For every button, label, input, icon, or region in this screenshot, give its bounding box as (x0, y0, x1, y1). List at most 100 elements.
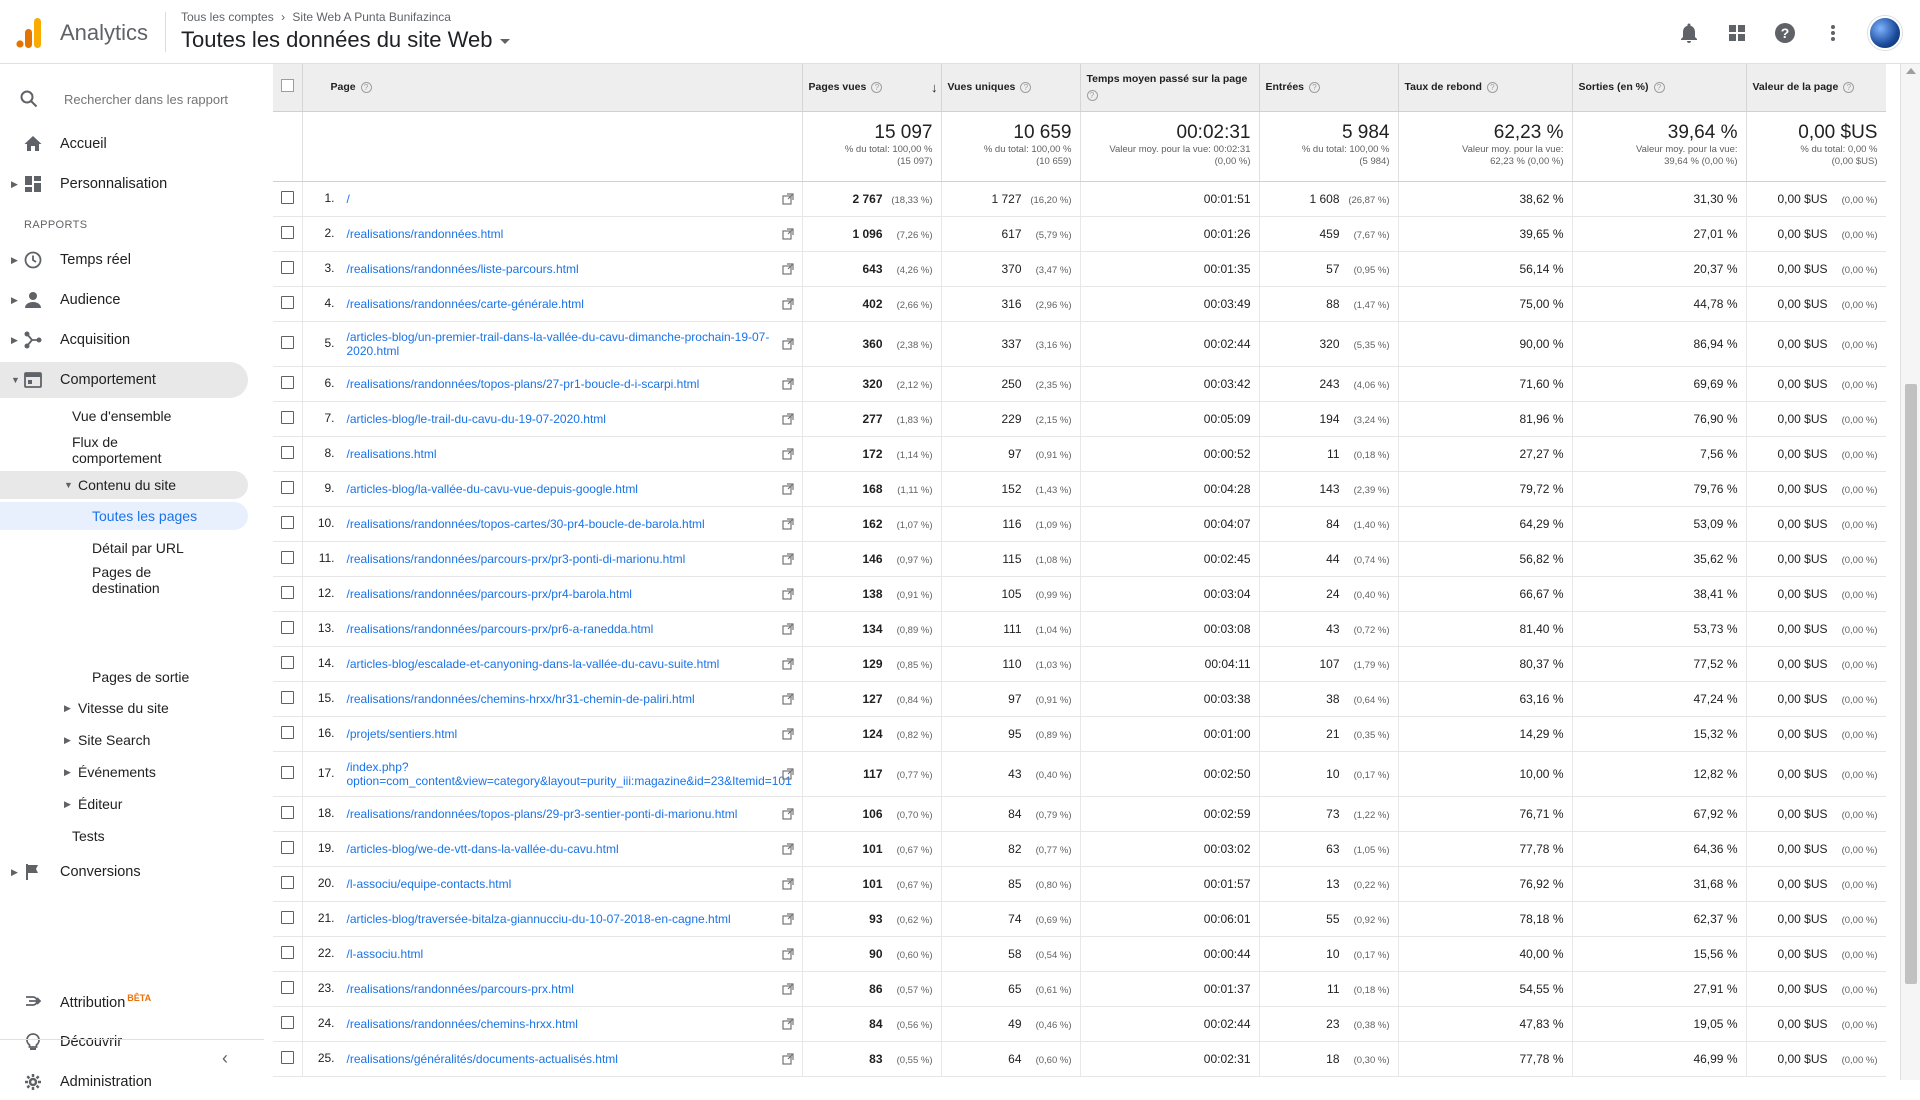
sidebar-item-administration[interactable]: Administration (0, 1064, 248, 1100)
row-checkbox[interactable] (280, 445, 294, 459)
table-row[interactable]: 21. /articles-blog/traversée-bitalza-gian… (273, 901, 1886, 937)
row-checkbox-cell[interactable] (273, 436, 303, 472)
row-checkbox-cell[interactable] (273, 216, 303, 252)
page-link[interactable]: /index.php?option=com_content&view=categ… (347, 760, 792, 788)
row-checkbox[interactable] (280, 840, 294, 854)
collapse-sidebar-icon[interactable]: ‹ (222, 1048, 228, 1069)
table-row[interactable]: 5. /articles-blog/un-premier-trail-dans-l… (273, 321, 1886, 367)
open-external-icon[interactable] (781, 1052, 794, 1065)
page-link[interactable]: /projets/sentiers.html (347, 727, 777, 741)
page-link[interactable]: /articles-blog/un-premier-trail-dans-la-… (347, 330, 777, 358)
row-checkbox-cell[interactable] (273, 936, 303, 972)
open-external-icon[interactable] (781, 807, 794, 820)
open-external-icon[interactable] (781, 377, 794, 390)
header-temps-moyen[interactable]: Temps moyen passé sur la page? (1080, 64, 1260, 112)
open-external-icon[interactable] (781, 727, 794, 740)
row-checkbox[interactable] (280, 190, 294, 204)
row-checkbox-cell[interactable] (273, 971, 303, 1007)
notifications-bell-icon[interactable] (1676, 20, 1702, 46)
table-row[interactable]: 3. /realisations/randonnées/liste-parcour… (273, 251, 1886, 287)
help-icon[interactable]: ? (360, 82, 372, 94)
row-checkbox[interactable] (280, 945, 294, 959)
open-external-icon[interactable] (781, 517, 794, 530)
help-icon[interactable]: ? (1843, 82, 1855, 94)
search-input[interactable] (64, 86, 254, 112)
help-icon[interactable]: ? (1772, 20, 1798, 46)
row-checkbox-cell[interactable] (273, 866, 303, 902)
vertical-scrollbar[interactable] (1900, 64, 1920, 1080)
row-checkbox-cell[interactable] (273, 796, 303, 832)
sidebar-item-site-search[interactable]: ▶ Site Search (0, 726, 248, 754)
open-external-icon[interactable] (781, 622, 794, 635)
page-link[interactable]: /l-associu/equipe-contacts.html (347, 877, 777, 891)
page-link[interactable]: /articles-blog/we-de-vtt-dans-la-vallée-… (347, 842, 777, 856)
table-row[interactable]: 12. /realisations/randonnées/parcours-prx… (273, 576, 1886, 612)
row-checkbox-cell[interactable] (273, 576, 303, 612)
analytics-logo-icon[interactable] (16, 18, 42, 48)
open-external-icon[interactable] (781, 877, 794, 890)
row-checkbox-cell[interactable] (273, 1006, 303, 1042)
open-external-icon[interactable] (781, 412, 794, 425)
help-icon[interactable]: ? (1309, 82, 1321, 94)
page-link[interactable]: /realisations/randonnées/chemins-hrxx.ht… (347, 1017, 777, 1031)
page-link[interactable]: /realisations/randonnées/liste-parcours.… (347, 262, 777, 276)
sidebar-item-decouvrir[interactable]: Découvrir (0, 1024, 248, 1060)
row-checkbox-cell[interactable] (273, 321, 303, 367)
page-link[interactable]: /realisations/randonnées/chemins-hrxx/hr… (347, 692, 777, 706)
table-row[interactable]: 6. /realisations/randonnées/topos-plans/2… (273, 366, 1886, 402)
row-checkbox[interactable] (280, 1015, 294, 1029)
breadcrumb-accounts[interactable]: Tous les comptes (181, 10, 274, 24)
row-checkbox[interactable] (280, 620, 294, 634)
table-row[interactable]: 7. /articles-blog/le-trail-du-cavu-du-19-… (273, 401, 1886, 437)
open-external-icon[interactable] (781, 947, 794, 960)
breadcrumb-property[interactable]: Site Web A Punta Bunifazinca (292, 10, 451, 24)
page-link[interactable]: /l-associu.html (347, 947, 777, 961)
sidebar-item-evenements[interactable]: ▶ Événements (0, 758, 248, 786)
row-checkbox-cell[interactable] (273, 751, 303, 797)
table-row[interactable]: 14. /articles-blog/escalade-et-canyoning-… (273, 646, 1886, 682)
row-checkbox-cell[interactable] (273, 366, 303, 402)
header-select-all[interactable] (273, 64, 303, 112)
row-checkbox-cell[interactable] (273, 901, 303, 937)
table-row[interactable]: 9. /articles-blog/la-vallée-du-cavu-vue-d… (273, 471, 1886, 507)
open-external-icon[interactable] (781, 587, 794, 600)
open-external-icon[interactable] (781, 447, 794, 460)
row-checkbox[interactable] (280, 725, 294, 739)
page-link[interactable]: /realisations/randonnées/topos-plans/27-… (347, 377, 777, 391)
help-icon[interactable]: ? (871, 82, 883, 94)
help-icon[interactable]: ? (1020, 82, 1032, 94)
row-checkbox-cell[interactable] (273, 286, 303, 322)
table-row[interactable]: 23. /realisations/randonnées/parcours-prx… (273, 971, 1886, 1007)
sidebar-item-pages-sortie[interactable]: Pages de sortie (0, 663, 248, 691)
row-checkbox-cell[interactable] (273, 541, 303, 577)
help-icon[interactable]: ? (1653, 82, 1665, 94)
sidebar-item-contenu-site[interactable]: ▼ Contenu du site (0, 471, 248, 499)
page-link[interactable]: /articles-blog/la-vallée-du-cavu-vue-dep… (347, 482, 777, 496)
table-row[interactable]: 8. /realisations.html 172 (1,14 %) 97 (0,91 %… (273, 436, 1886, 472)
row-checkbox-cell[interactable] (273, 506, 303, 542)
sidebar-item-tests[interactable]: Tests (0, 822, 248, 850)
open-external-icon[interactable] (781, 192, 794, 205)
breadcrumb[interactable]: Tous les comptes › Site Web A Punta Buni… (181, 10, 455, 24)
row-checkbox[interactable] (280, 585, 294, 599)
row-checkbox-cell[interactable] (273, 681, 303, 717)
header-vues-uniques[interactable]: Vues uniques? (941, 64, 1081, 112)
page-link[interactable]: /realisations.html (347, 447, 777, 461)
sidebar-item-pages-destination[interactable]: Pages de destination (0, 562, 248, 598)
row-checkbox[interactable] (280, 295, 294, 309)
sidebar-item-attribution[interactable]: Attribution BÊTA (0, 984, 248, 1020)
header-page[interactable]: Page? (302, 64, 803, 112)
row-checkbox-cell[interactable] (273, 611, 303, 647)
page-link[interactable]: /realisations/randonnées/parcours-prx.ht… (347, 982, 777, 996)
open-external-icon[interactable] (781, 842, 794, 855)
row-checkbox[interactable] (280, 515, 294, 529)
help-icon[interactable]: ? (1486, 82, 1498, 94)
select-all-checkbox[interactable] (280, 79, 294, 93)
open-external-icon[interactable] (781, 767, 794, 780)
row-checkbox[interactable] (280, 1050, 294, 1064)
page-link[interactable]: /articles-blog/le-trail-du-cavu-du-19-07… (347, 412, 777, 426)
row-checkbox[interactable] (280, 225, 294, 239)
sidebar-item-accueil[interactable]: Accueil (0, 126, 248, 162)
table-row[interactable]: 10. /realisations/randonnées/topos-cartes… (273, 506, 1886, 542)
table-row[interactable]: 4. /realisations/randonnées/carte-général… (273, 286, 1886, 322)
